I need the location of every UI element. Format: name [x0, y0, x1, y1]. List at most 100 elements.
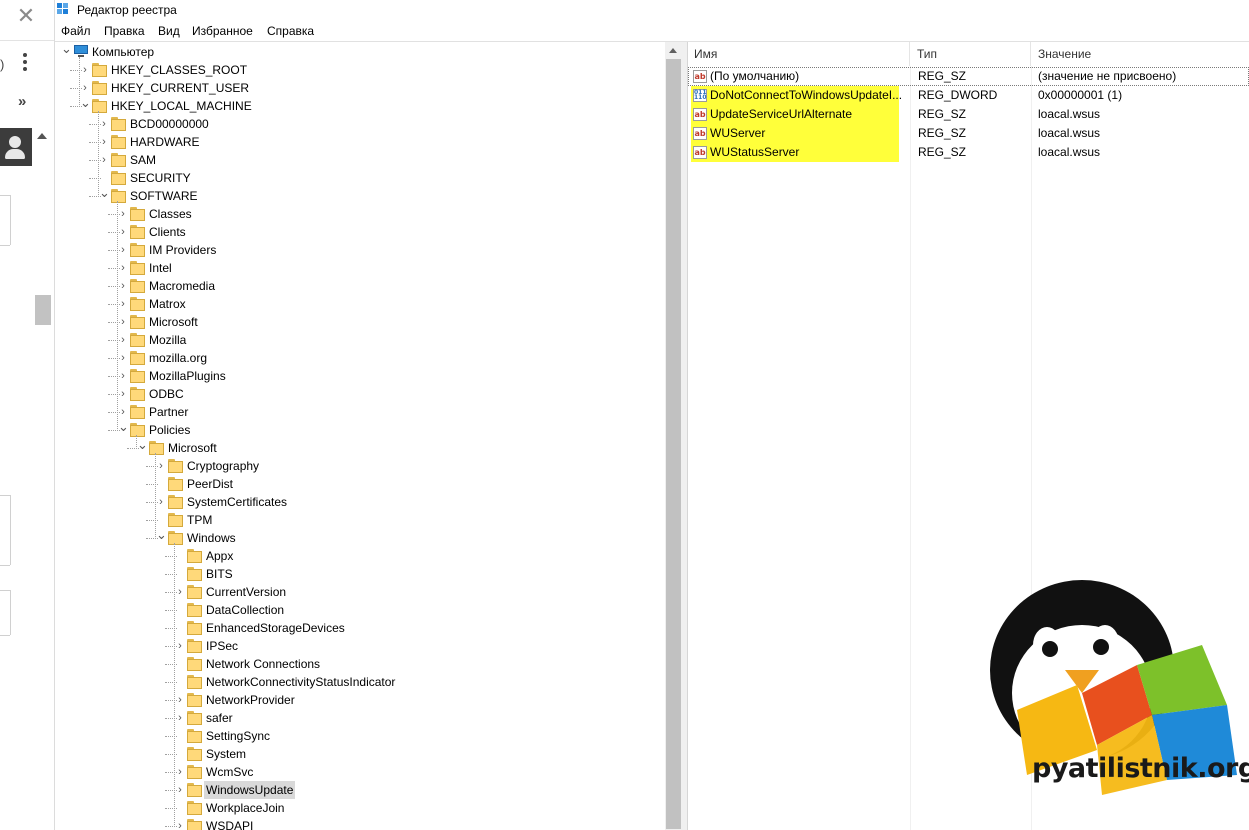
tree-node[interactable]: › HKEY_CURRENT_USER: [55, 79, 665, 97]
collapse-chevron-icon[interactable]: ⌄: [137, 438, 148, 457]
tree-node[interactable]: › Intel: [55, 259, 665, 277]
tree-node-label[interactable]: Windows: [185, 529, 238, 547]
registry-tree[interactable]: ⌄ Компьютер › HKEY_CLASSES_ROOT › HKEY_CURREN…: [55, 42, 665, 830]
collapse-chevron-icon[interactable]: ⌄: [61, 42, 72, 61]
tree-node-label[interactable]: Intel: [147, 259, 174, 277]
tree-node[interactable]: ⌄ SOFTWARE: [55, 186, 665, 205]
tree-node-label[interactable]: HKEY_LOCAL_MACHINE: [109, 97, 254, 115]
expand-chevron-icon[interactable]: ›: [80, 61, 90, 79]
tree-node[interactable]: › BCD00000000: [55, 115, 665, 133]
tree-node[interactable]: NetworkConnectivityStatusIndicator: [55, 673, 665, 691]
tree-node[interactable]: SettingSync: [55, 727, 665, 745]
tree-node[interactable]: SECURITY: [55, 169, 665, 187]
tree-node-label[interactable]: BITS: [204, 565, 235, 583]
tree-node[interactable]: PeerDist: [55, 475, 665, 493]
expand-chevron-icon[interactable]: ›: [175, 691, 185, 709]
collapse-chevron-icon[interactable]: ⌄: [99, 186, 110, 205]
tree-node-label[interactable]: safer: [204, 709, 235, 727]
collapse-chevron-icon[interactable]: ⌄: [80, 96, 91, 115]
expand-chevron-icon[interactable]: ›: [118, 349, 128, 367]
tree-node[interactable]: › Classes: [55, 205, 665, 223]
tree-node-label[interactable]: MozillaPlugins: [147, 367, 228, 385]
tree-node-label[interactable]: IPSec: [204, 637, 240, 655]
column-header-name[interactable]: Имя: [688, 42, 910, 66]
tree-node[interactable]: EnhancedStorageDevices: [55, 619, 665, 637]
tree-node[interactable]: Network Connections: [55, 655, 665, 673]
tree-node[interactable]: › mozilla.org: [55, 349, 665, 367]
scroll-up-arrow-icon[interactable]: [37, 133, 47, 139]
tree-node[interactable]: ⌄ Компьютер: [55, 42, 665, 61]
expand-chevron-icon[interactable]: ›: [99, 151, 109, 169]
tree-node-label[interactable]: BCD00000000: [128, 115, 211, 133]
tree-node[interactable]: › Microsoft: [55, 313, 665, 331]
tree-node-label[interactable]: IM Providers: [147, 241, 218, 259]
scroll-up-arrow-icon[interactable]: [669, 48, 677, 53]
tree-node-label[interactable]: SOFTWARE: [128, 187, 200, 205]
tree-node[interactable]: › SAM: [55, 151, 665, 169]
tree-node-label[interactable]: Matrox: [147, 295, 188, 313]
expand-chevron-icon[interactable]: ›: [118, 223, 128, 241]
value-row[interactable]: 011 110 DoNotConnectToWindowsUpdateI... RE…: [688, 86, 1249, 105]
tree-node[interactable]: › Macromedia: [55, 277, 665, 295]
tree-node[interactable]: Appx: [55, 547, 665, 565]
close-icon[interactable]: ✕: [14, 4, 38, 28]
tree-node[interactable]: BITS: [55, 565, 665, 583]
tree-node-label[interactable]: Appx: [204, 547, 235, 565]
tree-node-label[interactable]: WcmSvc: [204, 763, 255, 781]
tree-node-label[interactable]: WSDAPI: [204, 817, 255, 830]
double-chevron-icon[interactable]: »: [18, 93, 26, 110]
tree-node-label[interactable]: EnhancedStorageDevices: [204, 619, 347, 637]
tree-node-label[interactable]: NetworkProvider: [204, 691, 297, 709]
tree-node[interactable]: › CurrentVersion: [55, 583, 665, 601]
tree-node-label[interactable]: Microsoft: [166, 439, 219, 457]
tree-node[interactable]: › WSDAPI: [55, 817, 665, 830]
expand-chevron-icon[interactable]: ›: [118, 241, 128, 259]
tree-node[interactable]: › IM Providers: [55, 241, 665, 259]
tree-scrollbar[interactable]: [665, 42, 682, 830]
tree-node[interactable]: › WcmSvc: [55, 763, 665, 781]
tree-node[interactable]: › HARDWARE: [55, 133, 665, 151]
user-avatar-icon[interactable]: [0, 128, 32, 166]
tree-node[interactable]: › safer: [55, 709, 665, 727]
expand-chevron-icon[interactable]: ›: [175, 709, 185, 727]
expand-chevron-icon[interactable]: ›: [118, 367, 128, 385]
expand-chevron-icon[interactable]: ›: [175, 817, 185, 830]
more-options-icon[interactable]: [21, 53, 29, 73]
value-row[interactable]: ab UpdateServiceUrlAlternate REG_SZ loacal.…: [688, 105, 1249, 124]
expand-chevron-icon[interactable]: ›: [175, 583, 185, 601]
tree-node[interactable]: ⌄ Windows: [55, 528, 665, 547]
tree-node-label[interactable]: Classes: [147, 205, 194, 223]
tree-node-label[interactable]: Policies: [147, 421, 192, 439]
tree-node-label[interactable]: mozilla.org: [147, 349, 209, 367]
tree-node[interactable]: › WindowsUpdate: [55, 781, 665, 799]
tree-node[interactable]: › Partner: [55, 403, 665, 421]
tree-node-label[interactable]: System: [204, 745, 248, 763]
value-row[interactable]: ab WUServer REG_SZ loacal.wsus: [688, 124, 1249, 143]
tree-node-label[interactable]: SECURITY: [128, 169, 193, 187]
tree-node[interactable]: › ODBC: [55, 385, 665, 403]
tree-node-label[interactable]: SystemCertificates: [185, 493, 289, 511]
tree-node[interactable]: › SystemCertificates: [55, 493, 665, 511]
tree-node-label[interactable]: Mozilla: [147, 331, 188, 349]
tree-node-label[interactable]: PeerDist: [185, 475, 235, 493]
tree-node[interactable]: › IPSec: [55, 637, 665, 655]
tree-node[interactable]: › Mozilla: [55, 331, 665, 349]
tree-node[interactable]: › Clients: [55, 223, 665, 241]
tree-node-label[interactable]: NetworkConnectivityStatusIndicator: [204, 673, 397, 691]
tree-node-label-selected[interactable]: WindowsUpdate: [204, 781, 296, 799]
collapse-chevron-icon[interactable]: ⌄: [118, 420, 129, 439]
tree-node-label[interactable]: HKEY_CLASSES_ROOT: [109, 61, 249, 79]
value-row[interactable]: ab WUStatusServer REG_SZ loacal.wsus: [688, 143, 1249, 162]
tree-node-label[interactable]: Macromedia: [147, 277, 217, 295]
tree-node-label[interactable]: SAM: [128, 151, 158, 169]
menu-favorites[interactable]: Избранное: [192, 24, 253, 38]
tree-node-label[interactable]: WorkplaceJoin: [204, 799, 286, 817]
expand-chevron-icon[interactable]: ›: [175, 637, 185, 655]
expand-chevron-icon[interactable]: ›: [156, 493, 166, 511]
tree-node[interactable]: TPM: [55, 511, 665, 529]
menu-edit[interactable]: Правка: [104, 24, 145, 38]
tree-node-label[interactable]: TPM: [185, 511, 214, 529]
tree-node[interactable]: DataCollection: [55, 601, 665, 619]
tree-node[interactable]: › NetworkProvider: [55, 691, 665, 709]
column-header-value[interactable]: Значение: [1032, 42, 1249, 66]
